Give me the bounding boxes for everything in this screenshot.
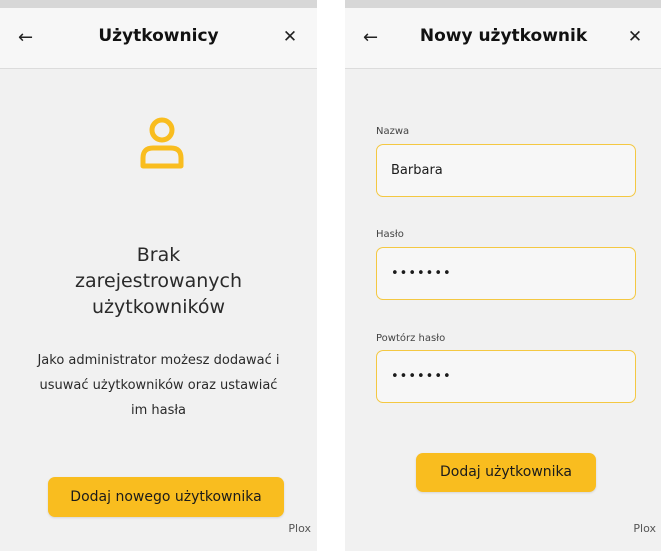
brand-label: Plox <box>288 522 311 535</box>
name-field[interactable]: Barbara <box>376 144 636 197</box>
password-field[interactable]: ••••••• <box>376 247 636 300</box>
left-top-strip <box>0 0 317 8</box>
name-field-label: Nazwa <box>376 126 410 137</box>
header: ← Nowy użytkownik ✕ <box>345 8 661 69</box>
right-top-strip <box>345 0 661 8</box>
header: ← Użytkownicy ✕ <box>0 8 317 69</box>
empty-state-title: Brak zarejestrowanych użytkowników <box>20 242 297 320</box>
empty-state-description: Jako administrator możesz dodawać i usuw… <box>37 353 280 418</box>
repeat-password-field[interactable]: ••••••• <box>376 350 636 403</box>
empty-title-line: Brak <box>136 244 181 266</box>
password-field-label: Hasło <box>376 229 404 240</box>
name-field-value: Barbara <box>391 163 443 178</box>
add-user-button[interactable]: Dodaj użytkownika <box>416 453 596 492</box>
user-outline-icon <box>140 117 184 169</box>
page-title: Użytkownicy <box>98 26 219 46</box>
add-new-user-button[interactable]: Dodaj nowego użytkownika <box>48 477 284 517</box>
empty-title-line: zarejestrowanych <box>75 270 242 292</box>
close-icon[interactable]: ✕ <box>626 27 644 47</box>
empty-title-line: użytkowników <box>91 296 225 318</box>
password-field-value: ••••••• <box>391 266 452 281</box>
repeat-password-field-value: ••••••• <box>391 369 452 384</box>
page-title: Nowy użytkownik <box>419 26 588 46</box>
screen-users-empty: ← Użytkownicy ✕ Brak zarejestrowanych uż… <box>0 8 317 551</box>
screen-new-user: ← Nowy użytkownik ✕ Nazwa Barbara Hasło … <box>345 8 661 551</box>
brand-label: Plox <box>633 522 656 535</box>
close-icon[interactable]: ✕ <box>281 27 299 47</box>
repeat-password-field-label: Powtórz hasło <box>376 333 446 344</box>
